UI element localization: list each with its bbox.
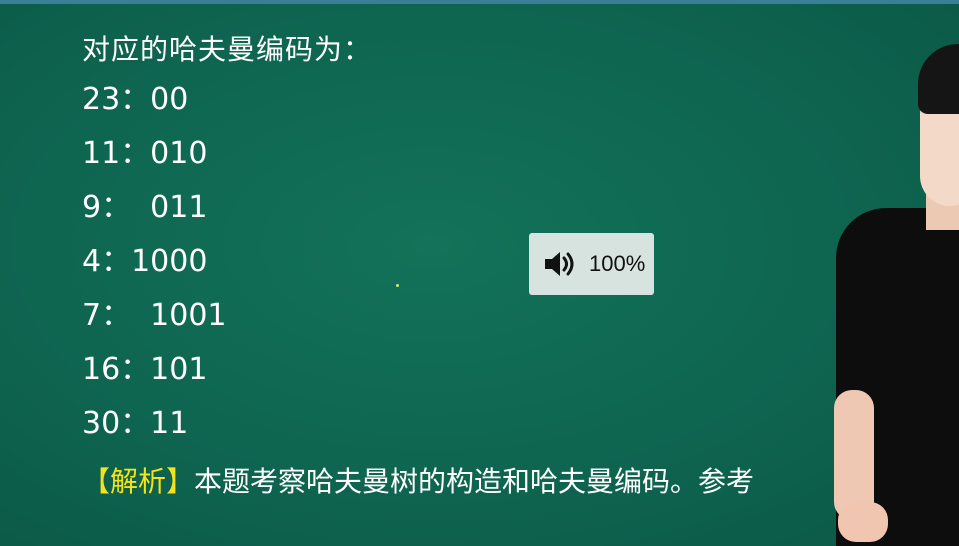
volume-indicator: 100% <box>529 233 654 295</box>
code-row: 4：1000 <box>82 244 208 279</box>
presenter-hair <box>918 44 959 114</box>
code-row: 11：010 <box>82 136 208 171</box>
analysis-tag: 【解析】 <box>82 465 195 498</box>
analysis-line: 【解析】本题考察哈夫曼树的构造和哈夫曼编码。参考 <box>82 460 754 500</box>
code-row: 7： 1001 <box>82 298 227 333</box>
chalk-mark <box>396 284 399 287</box>
code-row: 16：101 <box>82 352 208 387</box>
slide-heading: 对应的哈夫曼编码为： <box>82 33 373 66</box>
code-row: 23：00 <box>82 82 189 117</box>
presenter-arm <box>834 390 874 520</box>
presenter-hand <box>838 502 888 542</box>
analysis-text: 本题考察哈夫曼树的构造和哈夫曼编码。参考 <box>194 465 755 498</box>
presenter-figure <box>820 40 959 546</box>
huffman-code-list: 23：00 11：010 9： 011 4：1000 7： 1001 16：10… <box>82 78 227 456</box>
speaker-icon <box>543 249 577 279</box>
video-frame: 对应的哈夫曼编码为： 23：00 11：010 9： 011 4：1000 7：… <box>0 0 959 546</box>
code-row: 9： 011 <box>82 190 208 225</box>
volume-level: 100% <box>589 251 646 276</box>
code-row: 30：11 <box>82 406 189 441</box>
video-top-border <box>0 0 959 4</box>
